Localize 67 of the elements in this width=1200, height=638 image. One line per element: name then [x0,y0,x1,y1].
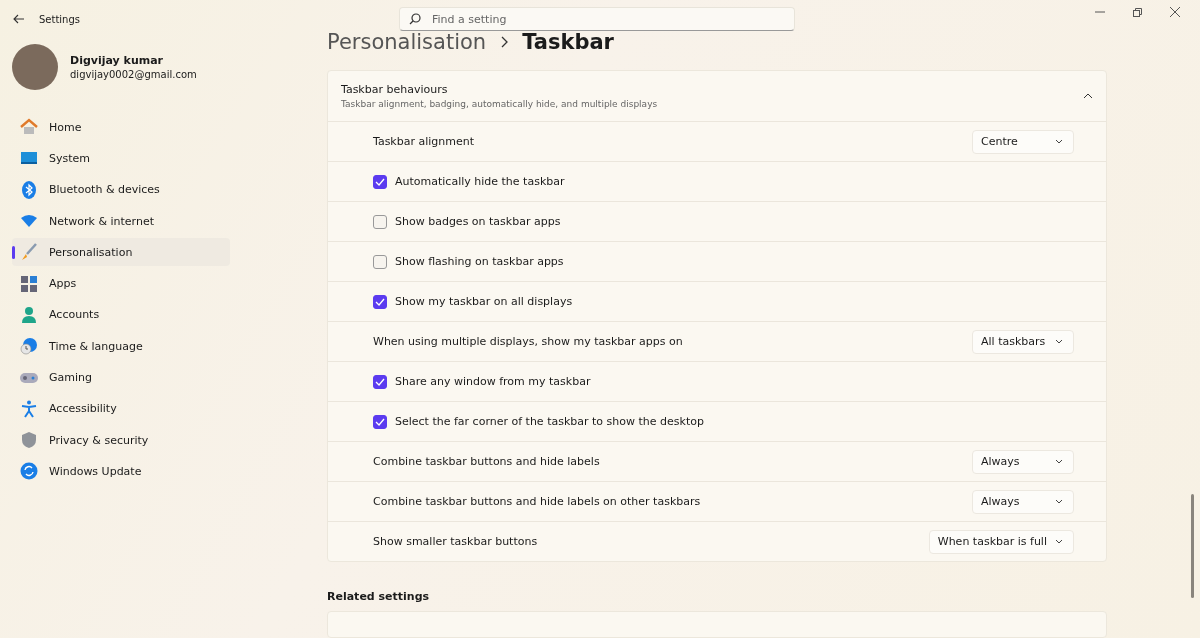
close-icon[interactable] [1170,7,1180,17]
checkbox-label: Share any window from my taskbar [395,375,591,388]
person-icon [21,305,37,324]
monitor-icon [20,151,38,166]
nav-item[interactable]: Accessibility [12,394,230,423]
checkbox[interactable] [373,374,387,389]
sync-icon [20,462,38,481]
caret-icon [1055,499,1063,504]
nav-item[interactable]: Apps [12,269,230,298]
checkbox-label: Show flashing on taskbar apps [395,255,564,268]
caret-icon [1055,539,1063,544]
nav-item[interactable]: Bluetooth & devices [12,175,230,204]
globe-clock-icon [20,337,38,356]
search-field[interactable]: Find a setting [399,7,795,31]
checkbox[interactable] [373,174,387,189]
setting-label: Combine taskbar buttons and hide labels on other taskbars [373,495,701,508]
window-title: Settings [39,13,80,25]
restore-icon[interactable] [1133,7,1142,17]
nav-item[interactable]: Personalisation [12,238,230,267]
shield-icon [21,431,37,450]
setting-label: Taskbar alignment [373,135,475,148]
avatar [12,44,58,90]
nav-item[interactable]: System [12,144,230,173]
section-subtitle: Taskbar alignment, badging, automatically hide, and multiple displays [341,99,658,109]
apps-icon [20,274,38,293]
back-arrow-icon[interactable] [13,14,25,24]
nav-item[interactable]: Gaming [12,363,230,392]
caret-icon [1055,139,1063,144]
accessibility-icon [21,399,37,418]
nav-item[interactable]: Time & language [12,332,230,361]
checkbox-label: Select the far corner of the taskbar to show the desktop [395,415,704,428]
nav-item[interactable]: Accounts [12,300,230,330]
bluetooth-icon [22,180,36,199]
section-title: Taskbar behaviours [341,83,449,96]
setting-label: When using multiple displays, show my taskbar apps on [373,335,683,348]
checkbox[interactable] [373,294,387,309]
checkbox[interactable] [373,414,387,429]
section-header[interactable]: Taskbar behaviours Taskbar alignment, badging, automatically hide, and multiple displays [328,71,1106,122]
page-title: Taskbar [522,30,614,54]
section-heading: Related settings [327,590,430,603]
dropdown[interactable]: When taskbar is full [928,529,1074,554]
gamepad-icon [19,371,39,384]
setting-label: Combine taskbar buttons and hide labels [373,455,600,468]
checkbox-label: Show badges on taskbar apps [395,215,561,228]
nav-item[interactable]: Network & internet [12,206,230,236]
caret-icon [1055,459,1063,464]
caret-icon [1055,339,1063,344]
checkbox-label: Show my taskbar on all displays [395,295,573,308]
setting-label: Show smaller taskbar buttons [373,535,538,548]
dropdown[interactable]: All taskbars [972,329,1074,354]
chevron-right-icon [500,36,509,48]
user-email: digvijay0002@gmail.com [70,69,197,80]
nav-item[interactable]: Windows Update [12,457,230,486]
checkbox-label: Automatically hide the taskbar [395,175,565,188]
checkbox[interactable] [373,214,387,229]
scrollbar-thumb[interactable] [1191,494,1194,598]
dropdown[interactable]: Centre [972,129,1074,154]
dropdown[interactable]: Always [972,449,1074,474]
nav-item[interactable]: Home [12,113,230,142]
brush-icon [20,243,38,262]
checkbox[interactable] [373,254,387,269]
user-name: Digvijay kumar [70,54,165,67]
dropdown[interactable]: Always [972,489,1074,514]
wifi-icon [20,214,38,229]
nav-item[interactable]: Privacy & security [12,425,230,455]
breadcrumb-link[interactable]: Personalisation [327,30,487,54]
home-icon [20,118,38,137]
